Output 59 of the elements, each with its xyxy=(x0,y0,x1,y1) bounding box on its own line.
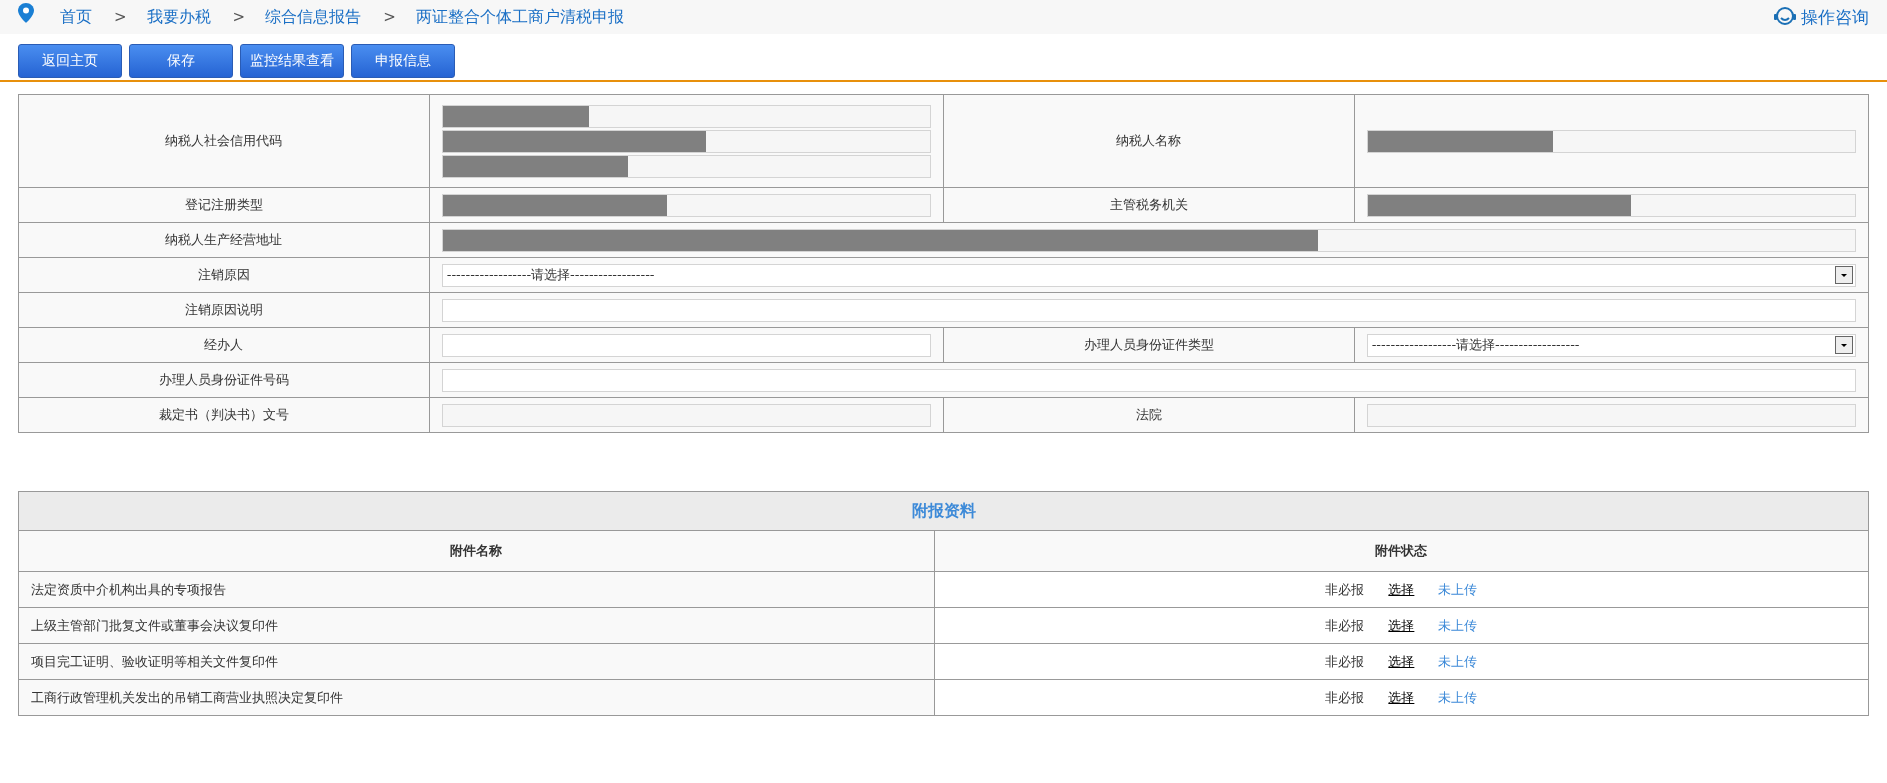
select-link[interactable]: 选择 xyxy=(1388,653,1415,669)
field-label: 注销原因 xyxy=(197,267,250,282)
location-pin-icon xyxy=(18,3,34,23)
input-field[interactable] xyxy=(441,154,931,178)
input-field[interactable] xyxy=(441,333,931,357)
field-label: 纳税人生产经营地址 xyxy=(165,232,283,247)
breadcrumb-link[interactable]: 两证整合个体工商户清税申报 xyxy=(415,6,624,28)
field-label: 法院 xyxy=(1135,407,1162,422)
breadcrumb-separator: > xyxy=(383,8,396,26)
toolbar-button[interactable]: 申报信息 xyxy=(351,44,455,78)
dropdown-field[interactable]: ------------------请选择------------------ xyxy=(1366,333,1856,357)
section-title: 附报资料 xyxy=(911,500,976,520)
breadcrumb-link[interactable]: 我要办税 xyxy=(146,6,211,28)
toolbar-button[interactable]: 监控结果查看 xyxy=(240,44,344,78)
help-link[interactable]: 操作咨询 xyxy=(1801,5,1869,29)
attachment-name: 法定资质中介机构出具的专项报告 xyxy=(31,581,226,597)
breadcrumb-separator: > xyxy=(232,8,246,26)
input-field[interactable] xyxy=(441,193,931,217)
field-label: 办理人员身份证件号码 xyxy=(158,372,289,387)
input-field[interactable] xyxy=(441,403,931,427)
input-field[interactable] xyxy=(441,104,931,128)
required-status: 非必报 xyxy=(1325,689,1365,705)
attachment-name: 工商行政管理机关发出的吊销工商营业执照决定复印件 xyxy=(31,689,343,705)
breadcrumb-separator: > xyxy=(114,8,127,26)
field-label: 裁定书（判决书）文号 xyxy=(158,407,289,422)
attachment-name: 项目完工证明、验收证明等相关文件复印件 xyxy=(31,653,278,669)
select-link[interactable]: 选择 xyxy=(1388,581,1415,597)
field-label: 纳税人名称 xyxy=(1116,133,1182,148)
select-link[interactable]: 选择 xyxy=(1388,617,1415,633)
headset-icon xyxy=(1773,6,1797,28)
upload-status: 未上传 xyxy=(1438,653,1478,669)
breadcrumb-link[interactable]: 综合信息报告 xyxy=(265,6,362,28)
column-header: 附件名称 xyxy=(450,543,503,558)
input-field[interactable] xyxy=(441,129,931,153)
select-link[interactable]: 选择 xyxy=(1388,689,1415,705)
field-label: 纳税人社会信用代码 xyxy=(165,133,283,148)
input-field[interactable] xyxy=(441,368,1856,392)
field-label: 注销原因说明 xyxy=(184,302,263,317)
required-status: 非必报 xyxy=(1325,653,1365,669)
required-status: 非必报 xyxy=(1325,581,1365,597)
field-label: 办理人员身份证件类型 xyxy=(1083,337,1214,352)
required-status: 非必报 xyxy=(1325,617,1365,633)
attachment-name: 上级主管部门批复文件或董事会决议复印件 xyxy=(31,617,278,633)
input-field[interactable] xyxy=(1366,193,1856,217)
upload-status: 未上传 xyxy=(1438,689,1478,705)
field-label: 主管税务机关 xyxy=(1109,197,1188,212)
breadcrumb-link[interactable]: 首页 xyxy=(60,6,92,28)
input-field[interactable] xyxy=(1366,403,1856,427)
input-field[interactable] xyxy=(441,298,1856,322)
toolbar-button[interactable]: 返回主页 xyxy=(18,44,122,78)
field-label: 登记注册类型 xyxy=(184,197,263,212)
input-field[interactable] xyxy=(1366,129,1856,153)
toolbar-button[interactable]: 保存 xyxy=(129,44,233,78)
field-label: 经办人 xyxy=(204,337,244,352)
upload-status: 未上传 xyxy=(1438,617,1478,633)
upload-status: 未上传 xyxy=(1438,581,1478,597)
input-field[interactable] xyxy=(441,228,1856,252)
column-header: 附件状态 xyxy=(1375,543,1428,558)
dropdown-field[interactable]: ------------------请选择------------------ xyxy=(441,263,1856,287)
